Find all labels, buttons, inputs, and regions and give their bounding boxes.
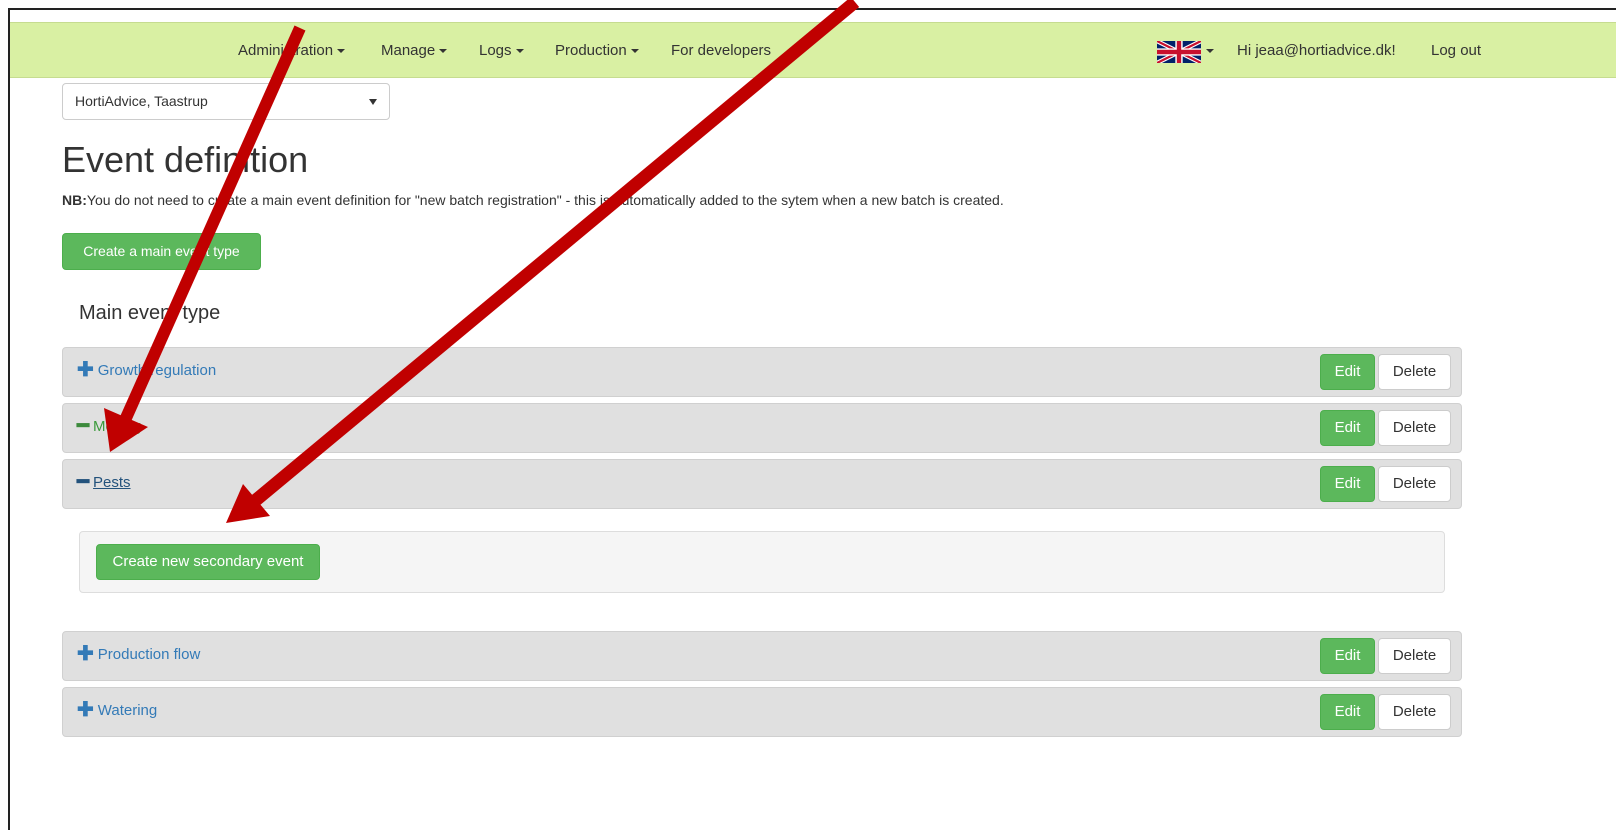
uk-flag-icon[interactable] <box>1157 41 1201 63</box>
delete-button[interactable]: Delete <box>1378 354 1451 390</box>
event-name: Pests <box>93 474 131 491</box>
event-row: ━ Moving Edit Delete <box>62 403 1462 453</box>
logout-link[interactable]: Log out <box>1431 23 1481 79</box>
event-toggle-production-flow[interactable]: ✚ Production flow <box>77 632 200 680</box>
minus-icon: ━ <box>77 471 90 493</box>
create-secondary-event-button[interactable]: Create new secondary event <box>96 544 320 580</box>
event-name: Growth regulation <box>97 362 217 379</box>
caret-down-icon <box>337 49 346 54</box>
nav-administration[interactable]: Administration <box>238 23 346 79</box>
page-title: Event definition <box>62 139 309 180</box>
create-main-event-button[interactable]: Create a main event type <box>62 233 261 270</box>
edit-button[interactable]: Edit <box>1320 638 1375 674</box>
section-heading: Main event type <box>79 302 221 324</box>
info-note: NB:You do not need to create a main even… <box>62 190 1004 210</box>
plus-icon: ✚ <box>77 643 94 665</box>
event-row: ━ Pests Edit Delete <box>62 459 1462 509</box>
edit-button[interactable]: Edit <box>1320 466 1375 502</box>
nav-administration-label: Administration <box>238 42 334 59</box>
event-toggle-pests[interactable]: ━ Pests <box>77 460 131 508</box>
delete-button[interactable]: Delete <box>1378 410 1451 446</box>
event-toggle-growth-regulation[interactable]: ✚ Growth regulation <box>77 348 216 396</box>
nav-for-developers[interactable]: For developers <box>671 23 771 79</box>
edit-button[interactable]: Edit <box>1320 410 1375 446</box>
event-name: Watering <box>97 702 158 719</box>
event-name: Moving <box>93 418 142 435</box>
event-toggle-watering[interactable]: ✚ Watering <box>77 688 157 736</box>
delete-button[interactable]: Delete <box>1378 466 1451 502</box>
edit-button[interactable]: Edit <box>1320 694 1375 730</box>
top-navbar: Administration Manage Logs Production Fo… <box>10 22 1616 78</box>
minus-icon: ━ <box>77 415 90 437</box>
note-label: NB: <box>62 192 87 208</box>
event-row: ✚ Watering Edit Delete <box>62 687 1462 737</box>
secondary-event-panel: Create new secondary event <box>79 531 1445 593</box>
user-greeting[interactable]: Hi jeaa@hortiadvice.dk! <box>1237 23 1396 79</box>
nav-manage-label: Manage <box>381 42 436 59</box>
site-select-value: HortiAdvice, Taastrup <box>75 93 208 109</box>
event-row: ✚ Production flow Edit Delete <box>62 631 1462 681</box>
nav-logs-label: Logs <box>479 42 512 59</box>
event-row: ✚ Growth regulation Edit Delete <box>62 347 1462 397</box>
caret-down-icon <box>630 49 639 54</box>
event-toggle-moving[interactable]: ━ Moving <box>77 404 141 452</box>
delete-button[interactable]: Delete <box>1378 638 1451 674</box>
nav-logs[interactable]: Logs <box>479 23 524 79</box>
event-name: Production flow <box>97 646 201 663</box>
plus-icon: ✚ <box>77 699 94 721</box>
nav-production-label: Production <box>555 42 627 59</box>
site-select[interactable]: HortiAdvice, Taastrup <box>62 83 390 120</box>
chevron-down-icon <box>369 99 377 105</box>
edit-button[interactable]: Edit <box>1320 354 1375 390</box>
caret-down-icon <box>515 49 524 54</box>
nav-production[interactable]: Production <box>555 23 639 79</box>
nav-manage[interactable]: Manage <box>381 23 448 79</box>
language-caret-down-icon[interactable] <box>1206 49 1214 53</box>
caret-down-icon <box>439 49 448 54</box>
plus-icon: ✚ <box>77 359 94 381</box>
note-text: You do not need to create a main event d… <box>86 192 1004 208</box>
delete-button[interactable]: Delete <box>1378 694 1451 730</box>
